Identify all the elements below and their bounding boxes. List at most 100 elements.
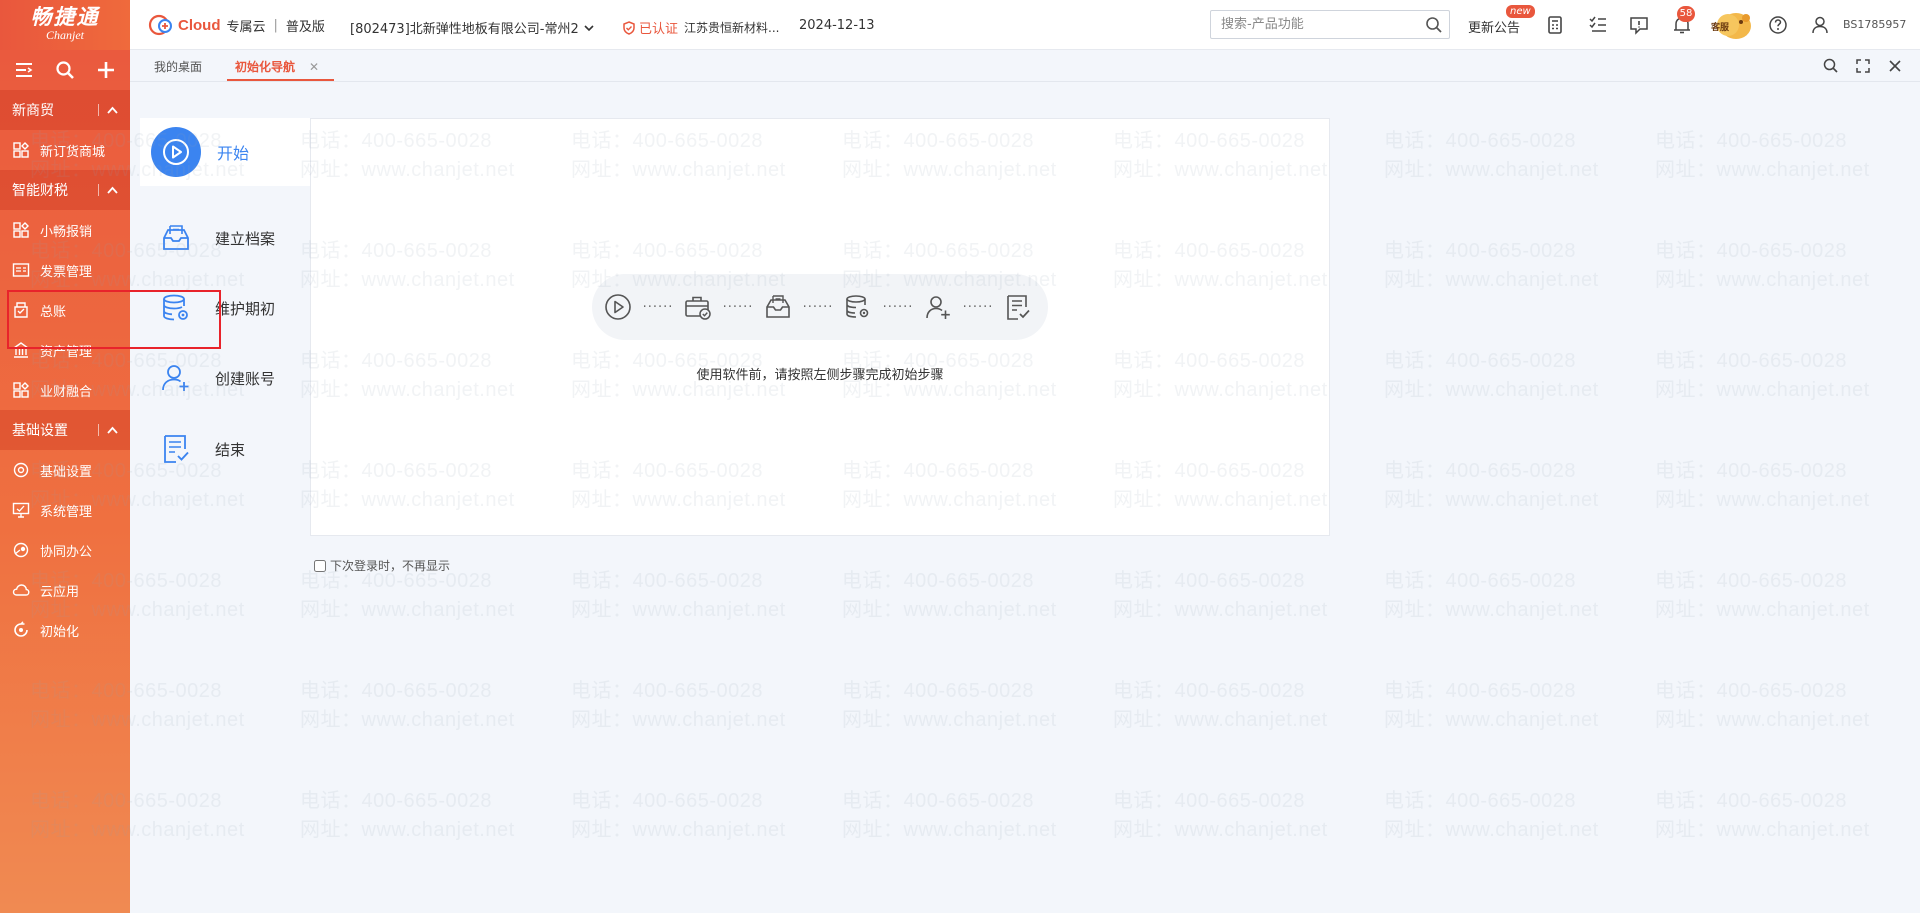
init-flow-diagram: ······ ······ ······ ······ ······ <box>592 274 1048 340</box>
step-maintain-opening[interactable]: 维护期初 <box>140 288 310 328</box>
step-finish[interactable]: 结束 <box>140 429 310 469</box>
shield-check-icon <box>623 20 635 35</box>
search-icon[interactable] <box>52 57 78 83</box>
menu-collapse-icon[interactable] <box>11 57 37 83</box>
watermark-text: 电话：400-665-0028 网址：www.chanjet.net <box>1655 130 1870 181</box>
tcloud-logo-icon <box>148 14 172 36</box>
watermark-text: 电话：400-665-0028 网址：www.chanjet.net <box>1384 130 1599 181</box>
chevron-down-icon <box>584 24 594 31</box>
watermark-text: 电话：400-665-0028 网址：www.chanjet.net <box>571 680 786 731</box>
sidebar-item-cloud-apps[interactable]: 云应用 <box>0 570 130 610</box>
watermark-text: 电话：400-665-0028 网址：www.chanjet.net <box>1655 680 1870 731</box>
calculator-icon[interactable] <box>1544 14 1566 36</box>
cert-label: 已认证 <box>639 22 679 37</box>
play-icon <box>151 127 201 177</box>
sidebar-item-label: 小畅报销 <box>40 224 93 240</box>
step-label: 开始 <box>217 144 250 163</box>
flow-connector: ······ <box>962 299 994 315</box>
cert-company: 江苏贵恒新材料... <box>684 21 780 35</box>
chevron-up-icon <box>107 106 118 114</box>
init-hint-text: 使用软件前，请按照左侧步骤完成初始步骤 <box>696 368 944 383</box>
divider <box>98 184 99 196</box>
fullscreen-icon[interactable] <box>1854 57 1872 75</box>
flow-database-icon <box>846 295 869 318</box>
checklist-icon <box>164 435 189 463</box>
customer-service-button[interactable]: 客服 <box>1708 8 1754 42</box>
search-input[interactable] <box>1211 11 1411 38</box>
logo-text-en: Chanjet <box>46 28 84 42</box>
dont-show-again[interactable]: 下次登录时，不再显示 <box>314 557 450 574</box>
service-label: 客服 <box>1711 23 1730 33</box>
add-icon[interactable] <box>93 57 119 83</box>
watermark-text: 电话：400-665-0028 网址：www.chanjet.net <box>842 790 1057 841</box>
invoice-icon <box>12 261 30 279</box>
watermark-text: 电话：400-665-0028 网址：www.chanjet.net <box>1113 790 1328 841</box>
close-icon[interactable] <box>1886 57 1904 75</box>
search-icon[interactable] <box>1822 57 1840 75</box>
sidebar-item-system-management[interactable]: 系统管理 <box>0 490 130 530</box>
search-icon[interactable] <box>1425 16 1443 34</box>
dont-show-again-checkbox[interactable] <box>314 559 326 572</box>
login-date: 2024-12-13 <box>799 18 875 33</box>
dont-show-again-label: 下次登录时，不再显示 <box>330 559 451 573</box>
sidebar-item-label: 总账 <box>40 304 67 320</box>
chevron-up-icon <box>107 426 118 434</box>
tab-close-icon[interactable]: ✕ <box>309 60 319 74</box>
database-settings-icon <box>163 294 188 321</box>
task-list-icon[interactable] <box>1587 14 1609 36</box>
step-label: 结束 <box>215 440 246 459</box>
watermark-text: 电话：400-665-0028 网址：www.chanjet.net <box>300 680 515 731</box>
sidebar-item-label: 云应用 <box>40 584 80 600</box>
left-sidebar: 新商贸 新订货商城 智能财税 小畅报销 发票管理 总账 资产管理 业财融合 基础… <box>0 50 130 913</box>
sidebar-item-basic-settings[interactable]: 基础设置 <box>0 450 130 490</box>
group-title: 新商贸 <box>12 103 54 119</box>
sidebar-item-assets[interactable]: 资产管理 <box>0 330 130 370</box>
help-icon[interactable] <box>1767 14 1789 36</box>
sidebar-item-finance-integration[interactable]: 业财融合 <box>0 370 130 410</box>
watermark-text: 电话：400-665-0028 网址：www.chanjet.net <box>1384 350 1599 401</box>
sidebar-group-basic-settings[interactable]: 基础设置 <box>0 410 130 450</box>
tab-my-desktop[interactable]: 我的桌面 <box>154 58 202 75</box>
watermark-text: 电话：400-665-0028 网址：www.chanjet.net <box>842 570 1057 621</box>
step-create-account[interactable]: 创建账号 <box>140 358 310 398</box>
sidebar-group-smart-finance[interactable]: 智能财税 <box>0 170 130 210</box>
company-selector[interactable]: [802473]北新弹性地板有限公司-常州2 <box>350 18 595 37</box>
sidebar-item-expense[interactable]: 小畅报销 <box>0 210 130 250</box>
sidebar-item-initialize[interactable]: 初始化 <box>0 610 130 650</box>
brand-edition: Cloud 专属云 | 普及版 <box>148 12 325 38</box>
tab-tools <box>1822 57 1904 75</box>
sidebar-item-label: 发票管理 <box>40 264 93 280</box>
step-start[interactable]: 开始 <box>140 118 310 186</box>
asset-icon <box>12 341 30 359</box>
certification-status[interactable]: 已认证 江苏贵恒新材料... <box>622 18 779 37</box>
cloud-icon <box>12 581 30 599</box>
sidebar-item-collaboration[interactable]: 协同办公 <box>0 530 130 570</box>
notice-label: 更新公告 <box>1468 21 1521 36</box>
collapse-control[interactable] <box>98 184 118 196</box>
chanjet-logo[interactable]: 畅捷通 Chanjet <box>0 0 130 50</box>
user-icon[interactable] <box>1809 14 1831 36</box>
group-title: 基础设置 <box>12 423 68 439</box>
tab-init-navigation[interactable]: 初始化导航 ✕ <box>235 58 319 75</box>
watermark-text: 电话：400-665-0028 网址：www.chanjet.net <box>1655 570 1870 621</box>
brand-separator: | <box>273 17 278 33</box>
flow-connector: ······ <box>642 299 674 315</box>
flow-connector: ······ <box>882 299 914 315</box>
watermark-text: 电话：400-665-0028 网址：www.chanjet.net <box>1384 570 1599 621</box>
sidebar-item-order-mall[interactable]: 新订货商城 <box>0 130 130 170</box>
flow-start-icon <box>605 294 631 320</box>
user-id[interactable]: BS1785957 <box>1843 18 1906 31</box>
watermark-text: 电话：400-665-0028 网址：www.chanjet.net <box>1384 460 1599 511</box>
sidebar-group-xinshangmao[interactable]: 新商贸 <box>0 90 130 130</box>
flow-archive-icon <box>766 295 790 318</box>
logo-text-cn: 畅捷通 <box>30 4 100 29</box>
feedback-icon[interactable] <box>1628 14 1650 36</box>
sidebar-item-general-ledger[interactable]: 总账 <box>0 290 130 330</box>
sidebar-item-invoice[interactable]: 发票管理 <box>0 250 130 290</box>
collapse-control[interactable] <box>98 424 118 436</box>
expense-icon <box>12 221 30 239</box>
settings-icon <box>12 461 30 479</box>
collapse-control[interactable] <box>98 104 118 116</box>
update-notice-link[interactable]: 更新公告 new <box>1468 5 1535 36</box>
step-create-archive[interactable]: 建立档案 <box>140 218 310 258</box>
